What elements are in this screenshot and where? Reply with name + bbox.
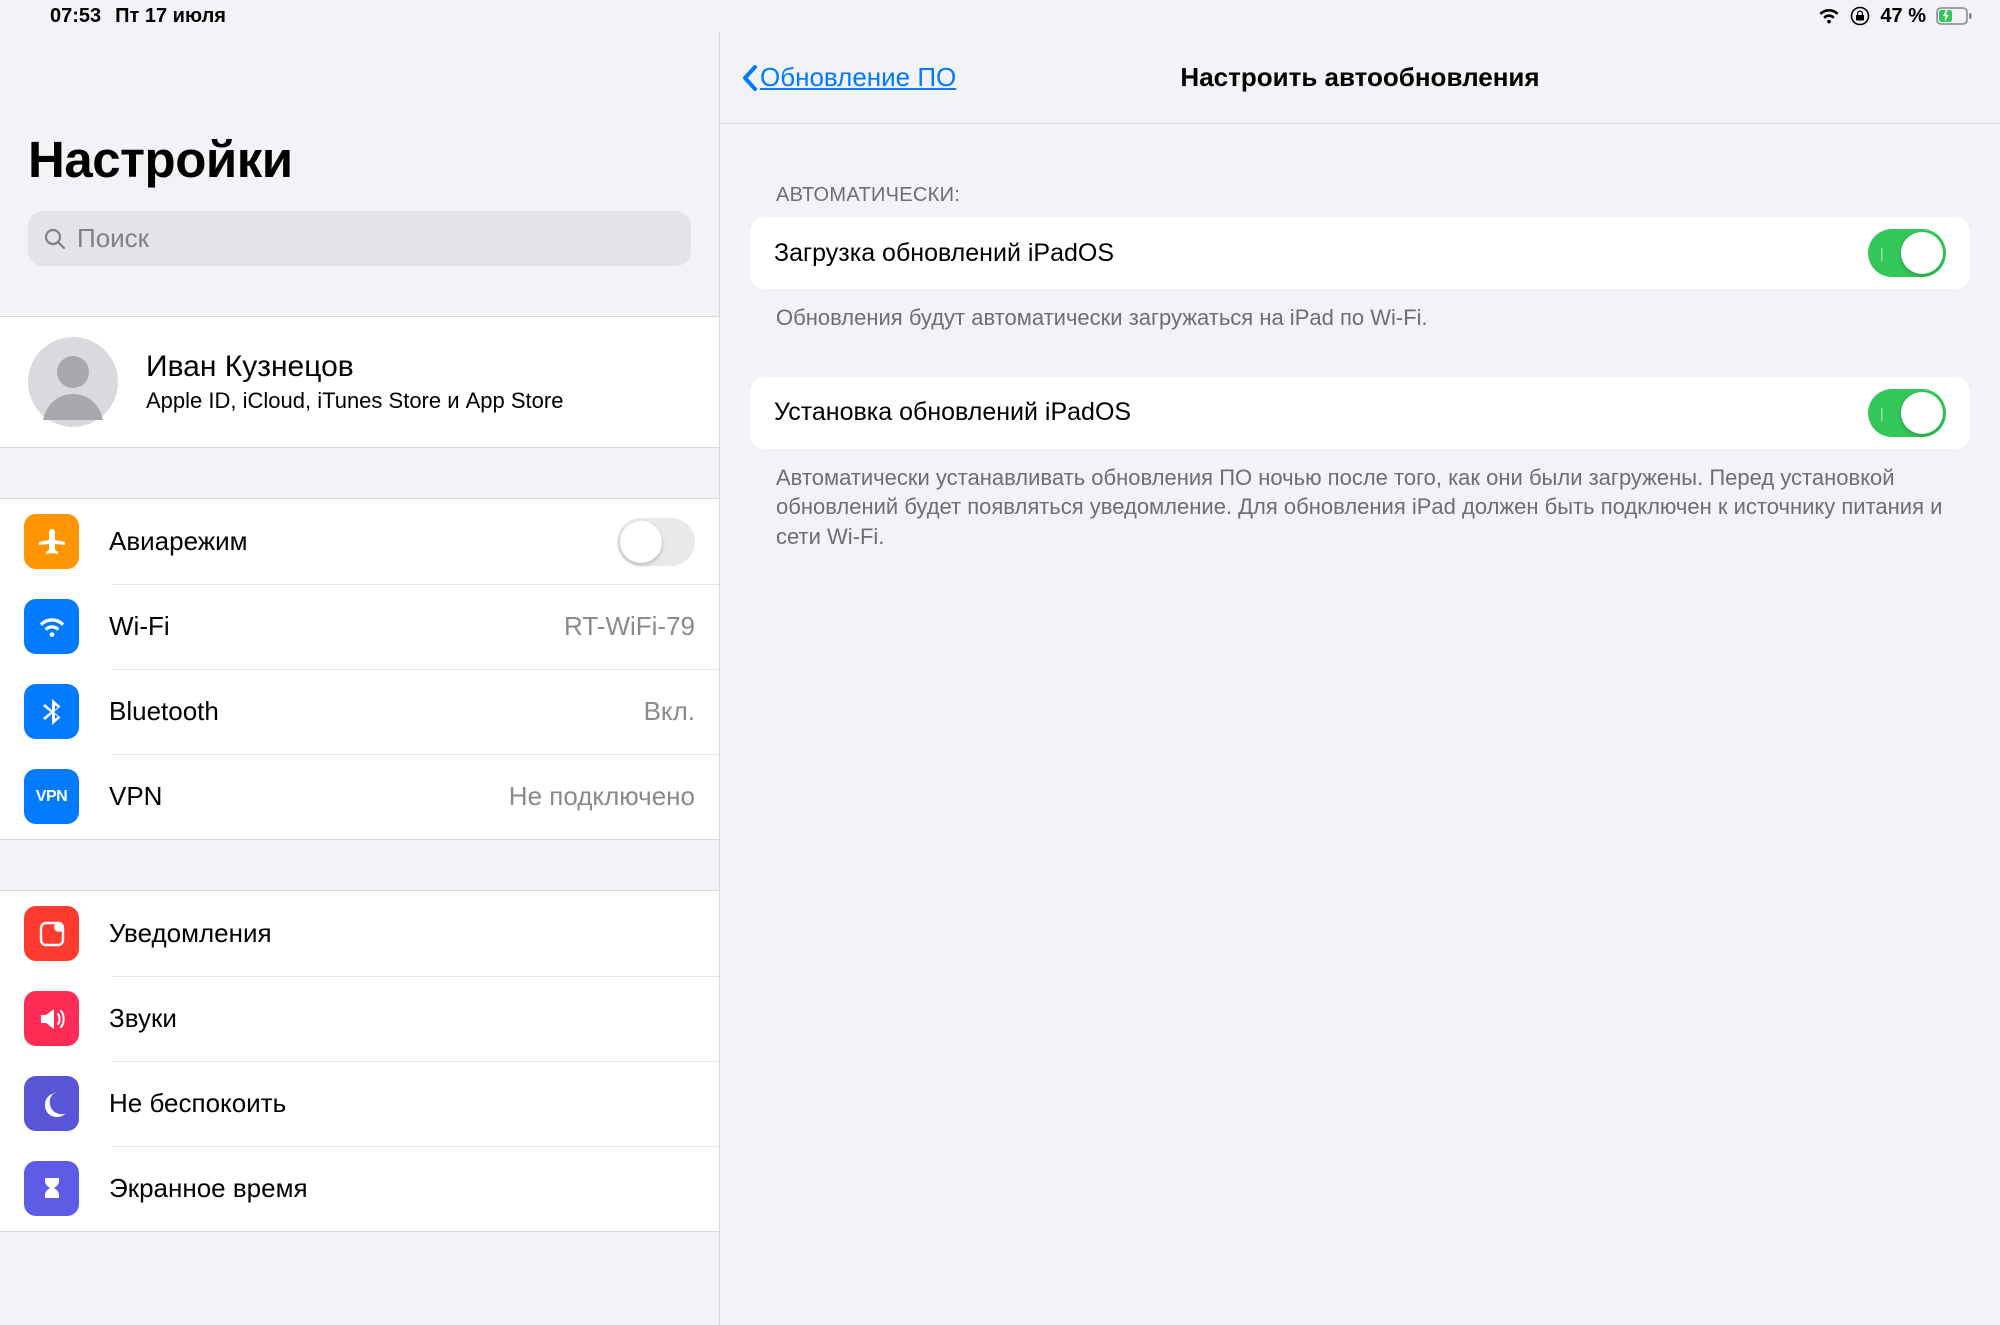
moon-icon <box>24 1076 79 1131</box>
hourglass-icon <box>24 1161 79 1216</box>
settings-sidebar: Настройки Поиск <box>0 32 720 1325</box>
install-updates-toggle[interactable] <box>1868 389 1946 437</box>
download-updates-label: Загрузка обновлений iPadOS <box>774 239 1868 268</box>
person-icon <box>29 338 117 426</box>
battery-percent: 47 % <box>1880 5 1926 28</box>
sidebar-item-notifications[interactable]: Уведомления <box>0 891 719 976</box>
status-bar: 07:53 Пт 17 июля 47 % <box>0 0 2000 32</box>
sidebar-item-label: VPN <box>109 781 509 812</box>
notifications-icon <box>24 906 79 961</box>
sidebar-item-label: Не беспокоить <box>109 1088 695 1119</box>
rotation-lock-icon <box>1850 6 1870 26</box>
status-time: 07:53 <box>50 5 101 28</box>
wifi-settings-icon <box>24 599 79 654</box>
sidebar-item-airplane[interactable]: Авиарежим <box>0 499 719 584</box>
wifi-icon <box>1818 8 1840 24</box>
detail-title: Настроить автообновления <box>1180 62 1539 93</box>
bluetooth-value: Вкл. <box>644 696 695 727</box>
install-updates-cell[interactable]: Установка обновлений iPadOS <box>750 377 1970 449</box>
install-updates-footer: Автоматически устанавливать обновления П… <box>750 449 1970 552</box>
sidebar-item-label: Wi-Fi <box>109 611 564 642</box>
sidebar-item-label: Звуки <box>109 1003 695 1034</box>
avatar <box>28 337 118 427</box>
account-name: Иван Кузнецов <box>146 350 563 384</box>
sidebar-item-vpn[interactable]: VPN VPN Не подключено <box>0 754 719 839</box>
search-placeholder: Поиск <box>77 223 149 254</box>
vpn-value: Не подключено <box>509 781 695 812</box>
sounds-icon <box>24 991 79 1046</box>
back-button[interactable]: Обновление ПО <box>740 62 956 93</box>
sidebar-item-screentime[interactable]: Экранное время <box>0 1146 719 1231</box>
detail-header: Обновление ПО Настроить автообновления <box>720 32 2000 124</box>
sidebar-item-label: Экранное время <box>109 1173 695 1204</box>
sidebar-item-label: Авиарежим <box>109 526 617 557</box>
sidebar-item-sounds[interactable]: Звуки <box>0 976 719 1061</box>
account-subtitle: Apple ID, iCloud, iTunes Store и App Sto… <box>146 388 563 414</box>
battery-icon <box>1936 7 1972 25</box>
install-updates-label: Установка обновлений iPadOS <box>774 398 1868 427</box>
sidebar-item-label: Уведомления <box>109 918 695 949</box>
wifi-value: RT-WiFi-79 <box>564 611 695 642</box>
back-label: Обновление ПО <box>760 62 956 93</box>
bluetooth-icon <box>24 684 79 739</box>
detail-pane: Обновление ПО Настроить автообновления А… <box>720 32 2000 1325</box>
sidebar-item-dnd[interactable]: Не беспокоить <box>0 1061 719 1146</box>
download-updates-cell[interactable]: Загрузка обновлений iPadOS <box>750 217 1970 289</box>
sidebar-item-label: Bluetooth <box>109 696 644 727</box>
download-updates-toggle[interactable] <box>1868 229 1946 277</box>
airplane-icon <box>24 514 79 569</box>
vpn-icon: VPN <box>24 769 79 824</box>
download-updates-footer: Обновления будут автоматически загружать… <box>750 289 1970 333</box>
page-title: Настройки <box>28 130 691 189</box>
sidebar-item-bluetooth[interactable]: Bluetooth Вкл. <box>0 669 719 754</box>
search-input[interactable]: Поиск <box>28 211 691 266</box>
apple-id-row[interactable]: Иван Кузнецов Apple ID, iCloud, iTunes S… <box>0 317 719 447</box>
airplane-toggle[interactable] <box>617 518 695 566</box>
search-icon <box>43 227 67 251</box>
sidebar-item-wifi[interactable]: Wi-Fi RT-WiFi-79 <box>0 584 719 669</box>
status-date: Пт 17 июля <box>115 5 226 28</box>
section-header-auto: АВТОМАТИЧЕСКИ: <box>750 124 1970 217</box>
chevron-left-icon <box>740 63 760 93</box>
